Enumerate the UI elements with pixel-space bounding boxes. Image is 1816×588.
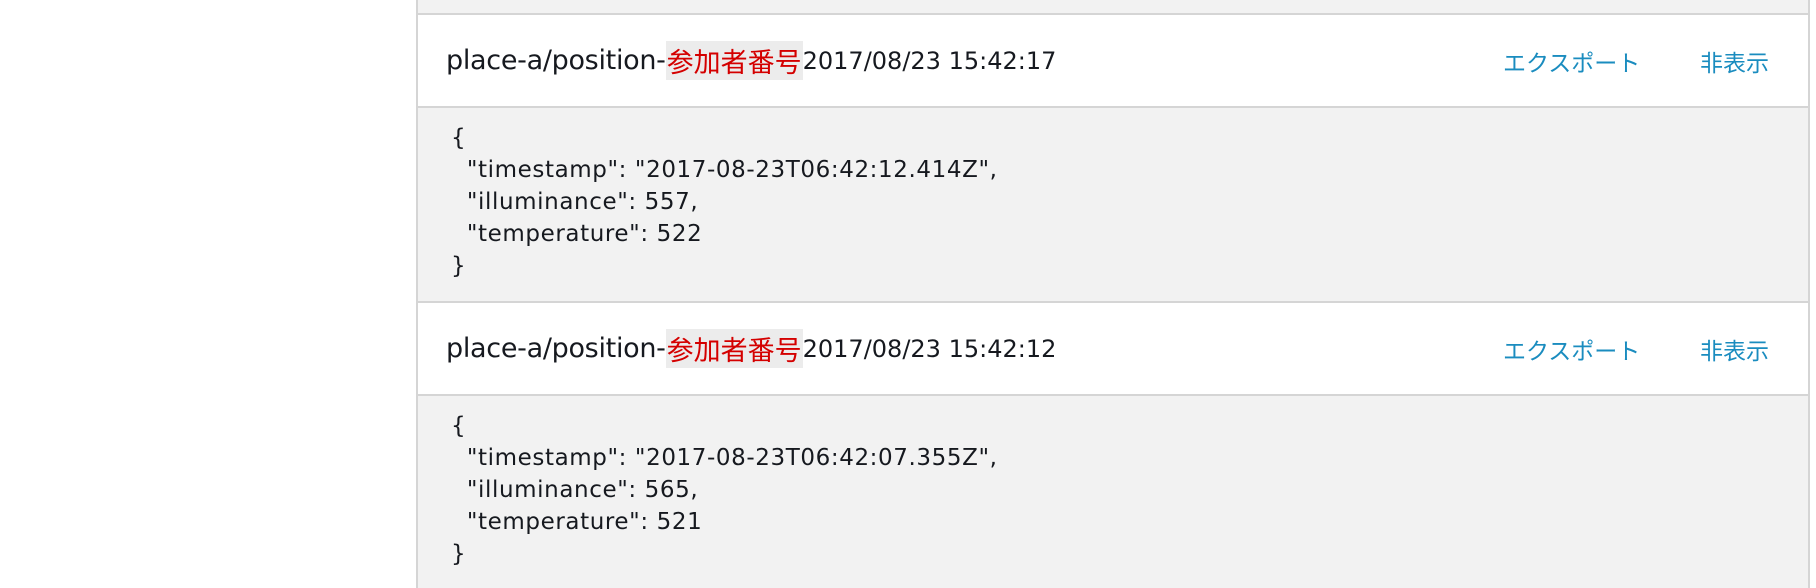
message-topic: place-a/position- 参加者番号 2017/08/23 15:42:1… [446, 303, 1056, 394]
message-timestamp: 2017/08/23 15:42:17 [802, 46, 1057, 75]
page: place-a/position- 参加者番号 2017/08/23 15:42:1… [0, 0, 1816, 588]
message-payload-json: { "timestamp": "2017-08-23T06:42:07.355Z… [451, 413, 998, 567]
message-header: place-a/position- 参加者番号 2017/08/23 15:42:1… [418, 303, 1808, 396]
message-payload-json: { "timestamp": "2017-08-23T06:42:12.414Z… [451, 125, 998, 279]
message-timestamp: 2017/08/23 15:42:12 [802, 334, 1057, 363]
export-link[interactable]: エクスポート [1503, 303, 1640, 394]
export-link[interactable]: エクスポート [1503, 15, 1640, 106]
message-payload-box: { "timestamp": "2017-08-23T06:42:12.414Z… [418, 108, 1808, 303]
topic-prefix: place-a/position- [446, 333, 666, 364]
message-topic: place-a/position- 参加者番号 2017/08/23 15:42:1… [446, 15, 1056, 106]
message-list-panel: place-a/position- 参加者番号 2017/08/23 15:42:1… [416, 0, 1810, 588]
topic-prefix: place-a/position- [446, 45, 666, 76]
hide-link[interactable]: 非表示 [1700, 15, 1769, 106]
participant-number-label: 参加者番号 [665, 41, 803, 80]
previous-message-body-edge [418, 0, 1808, 15]
message-payload-box: { "timestamp": "2017-08-23T06:42:07.355Z… [418, 396, 1808, 588]
participant-number-label: 参加者番号 [665, 329, 803, 368]
message-header: place-a/position- 参加者番号 2017/08/23 15:42:1… [418, 15, 1808, 108]
hide-link[interactable]: 非表示 [1700, 303, 1769, 394]
